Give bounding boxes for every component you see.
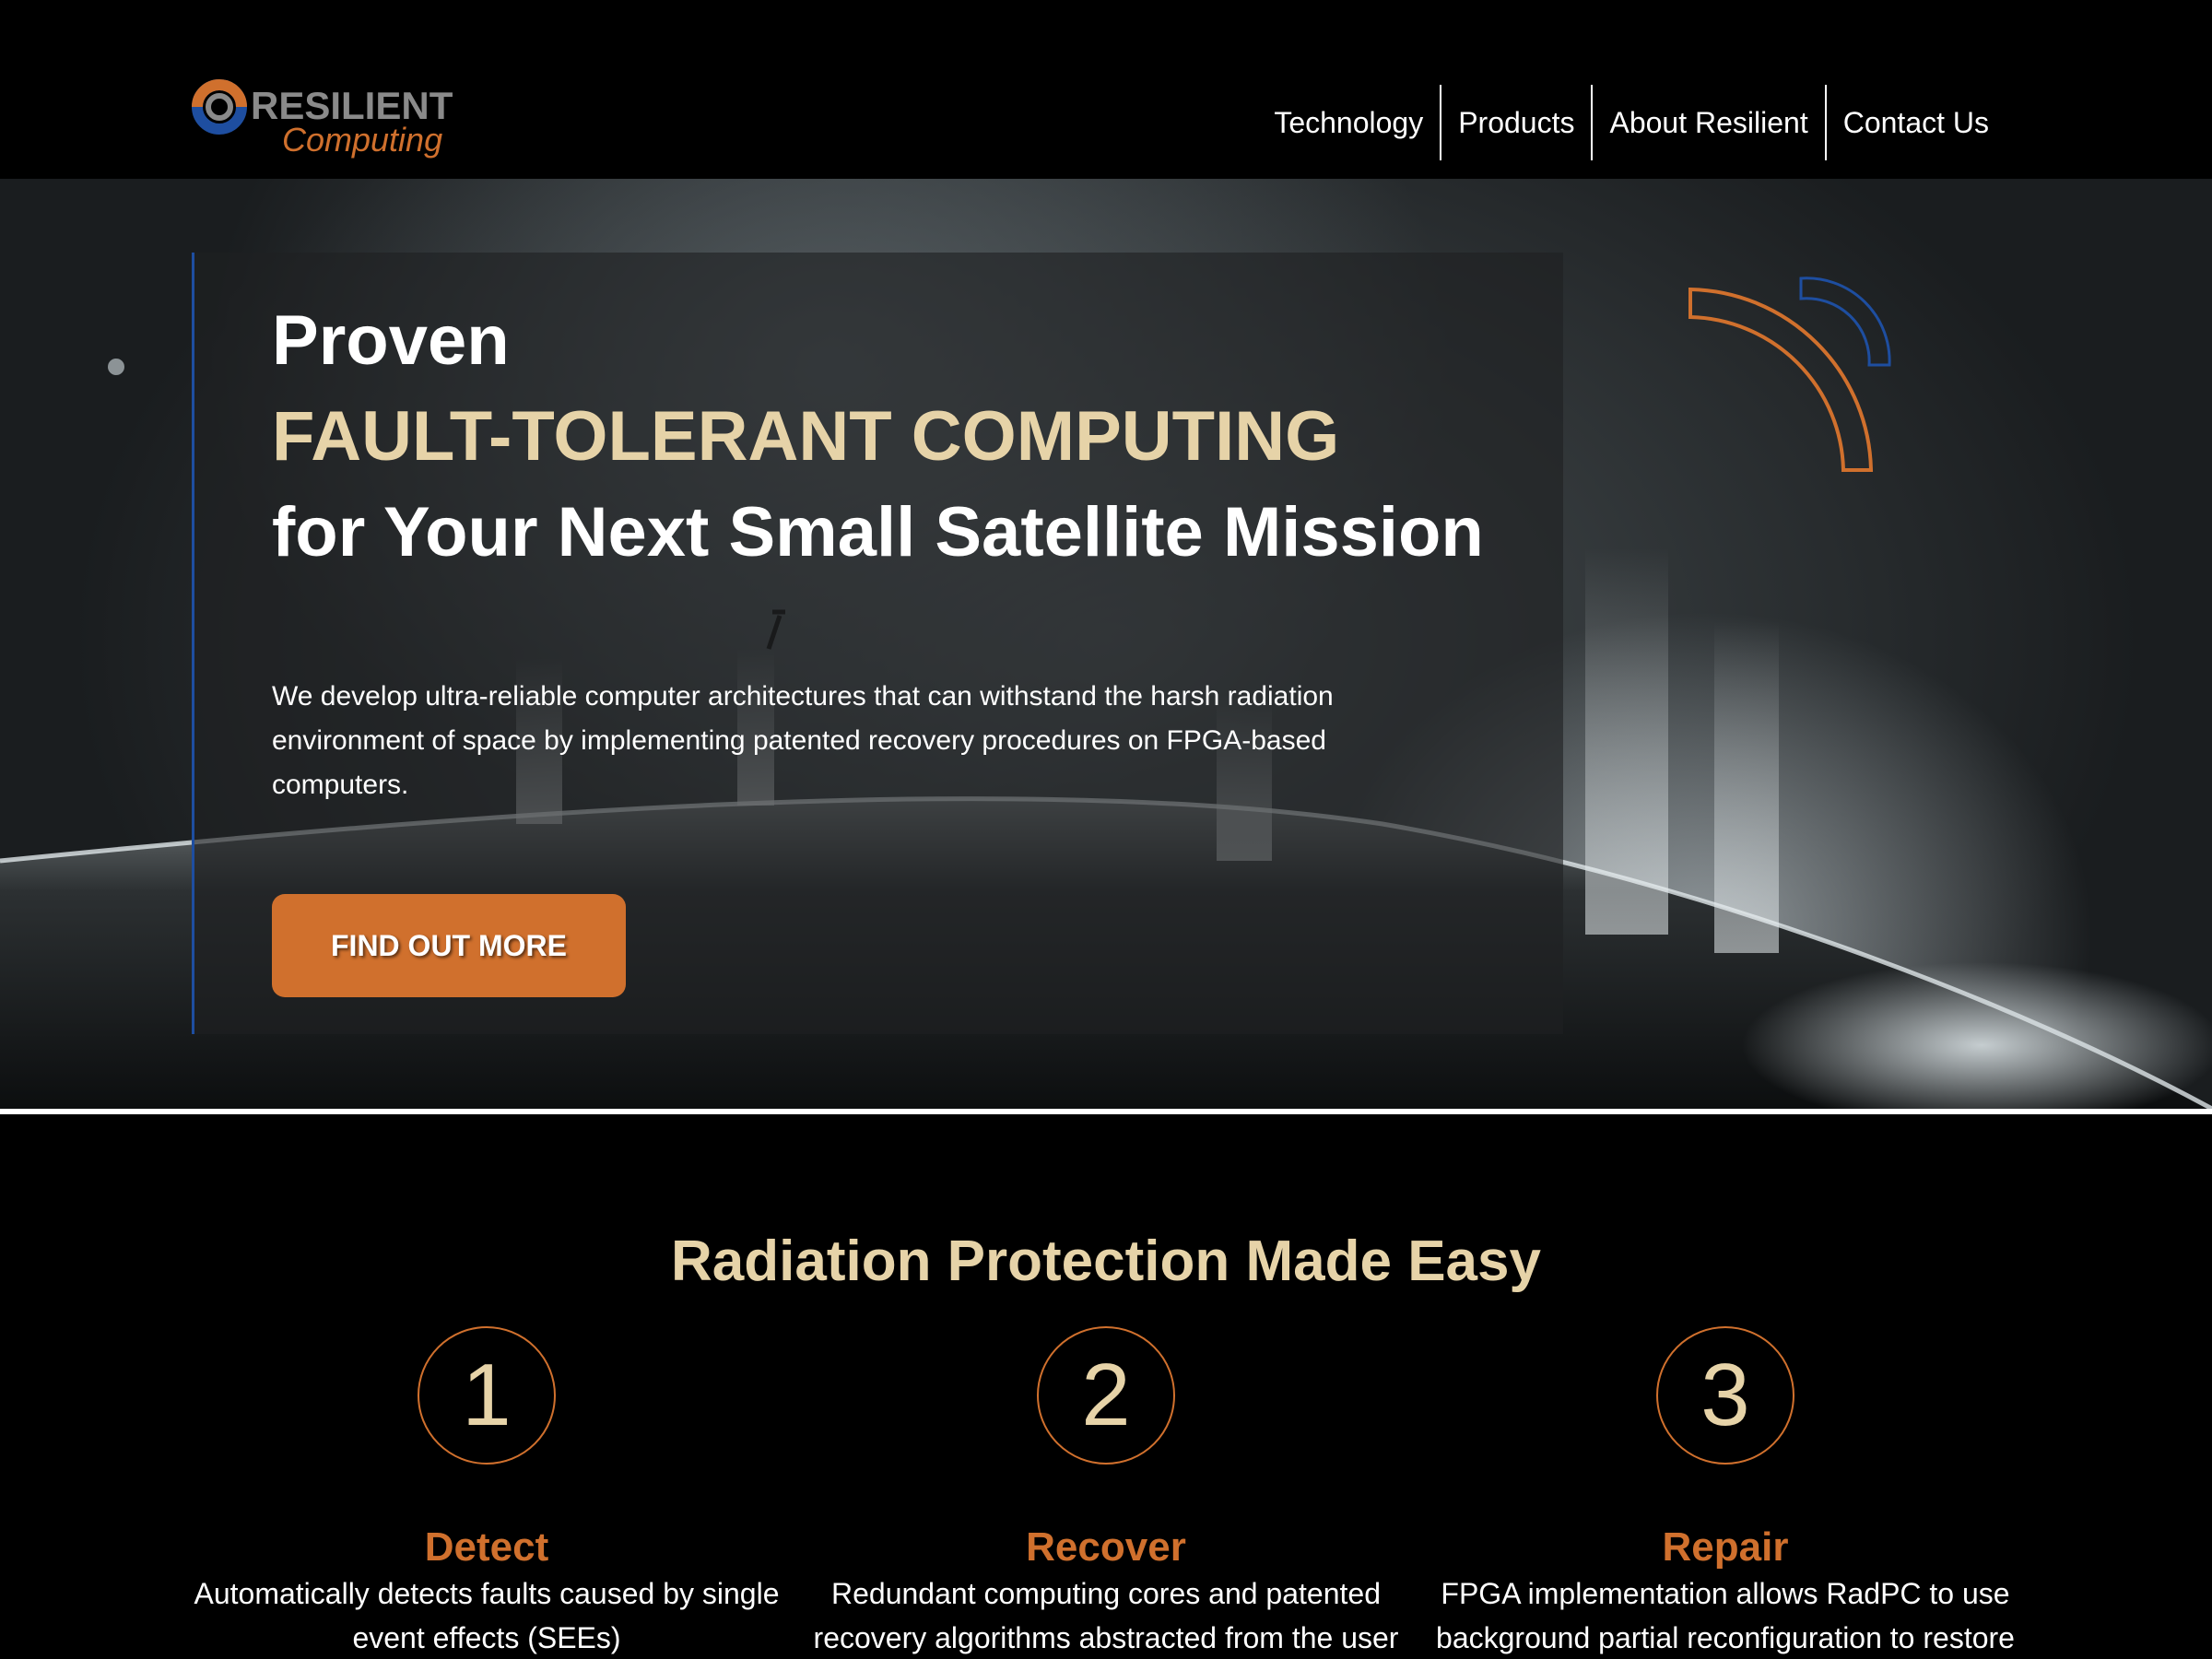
site-header: RESILIENT Computing Technology Products … bbox=[0, 0, 2212, 179]
step-detect: 1 Detect Automatically detects faults ca… bbox=[173, 1326, 800, 1659]
step-name: Detect bbox=[424, 1524, 549, 1570]
hero-panel: Proven FAULT-TOLERANT COMPUTING for Your… bbox=[192, 253, 1563, 1034]
signal-arcs-icon bbox=[1688, 276, 1891, 472]
main-nav: Technology Products About Resilient Cont… bbox=[1257, 85, 2006, 160]
brand-logo[interactable]: RESILIENT Computing bbox=[190, 77, 457, 162]
features-section: Radiation Protection Made Easy 1 Detect … bbox=[0, 1114, 2212, 1659]
nav-item-contact[interactable]: Contact Us bbox=[1827, 85, 2006, 160]
step-description: Automatically detects faults caused by s… bbox=[194, 1577, 780, 1654]
hero-title-line1: Proven bbox=[272, 301, 510, 380]
section-title: Radiation Protection Made Easy bbox=[671, 1230, 1541, 1293]
step-description: FPGA implementation allows RadPC to use … bbox=[1436, 1577, 2015, 1654]
nav-item-products[interactable]: Products bbox=[1441, 85, 1591, 160]
hero-title-accent: FAULT-TOLERANT COMPUTING bbox=[272, 397, 1340, 476]
step-number-circle: 3 bbox=[1656, 1326, 1794, 1465]
logo-subtext: Computing bbox=[282, 121, 443, 159]
hero-section: Proven FAULT-TOLERANT COMPUTING for Your… bbox=[0, 179, 2212, 1109]
hero-title-line3: for Your Next Small Satellite Mission bbox=[272, 493, 1484, 571]
step-name: Repair bbox=[1662, 1524, 1789, 1570]
step-repair: 3 Repair FPGA implementation allows RadP… bbox=[1412, 1326, 2039, 1659]
step-number-circle: 2 bbox=[1037, 1326, 1175, 1465]
nav-item-technology[interactable]: Technology bbox=[1257, 85, 1440, 160]
hero-description: We develop ultra-reliable computer archi… bbox=[272, 681, 1334, 800]
hero-title: Proven FAULT-TOLERANT COMPUTING for Your… bbox=[272, 293, 1525, 581]
logo-text: RESILIENT bbox=[251, 84, 453, 127]
step-description: Redundant computing cores and patented r… bbox=[813, 1577, 1399, 1654]
ring-logo-icon bbox=[192, 79, 247, 135]
step-name: Recover bbox=[1026, 1524, 1186, 1570]
step-number-circle: 1 bbox=[418, 1326, 556, 1465]
find-out-more-button[interactable]: FIND OUT MORE bbox=[272, 894, 626, 997]
step-recover: 2 Recover Redundant computing cores and … bbox=[793, 1326, 1419, 1659]
nav-item-about[interactable]: About Resilient bbox=[1593, 85, 1824, 160]
